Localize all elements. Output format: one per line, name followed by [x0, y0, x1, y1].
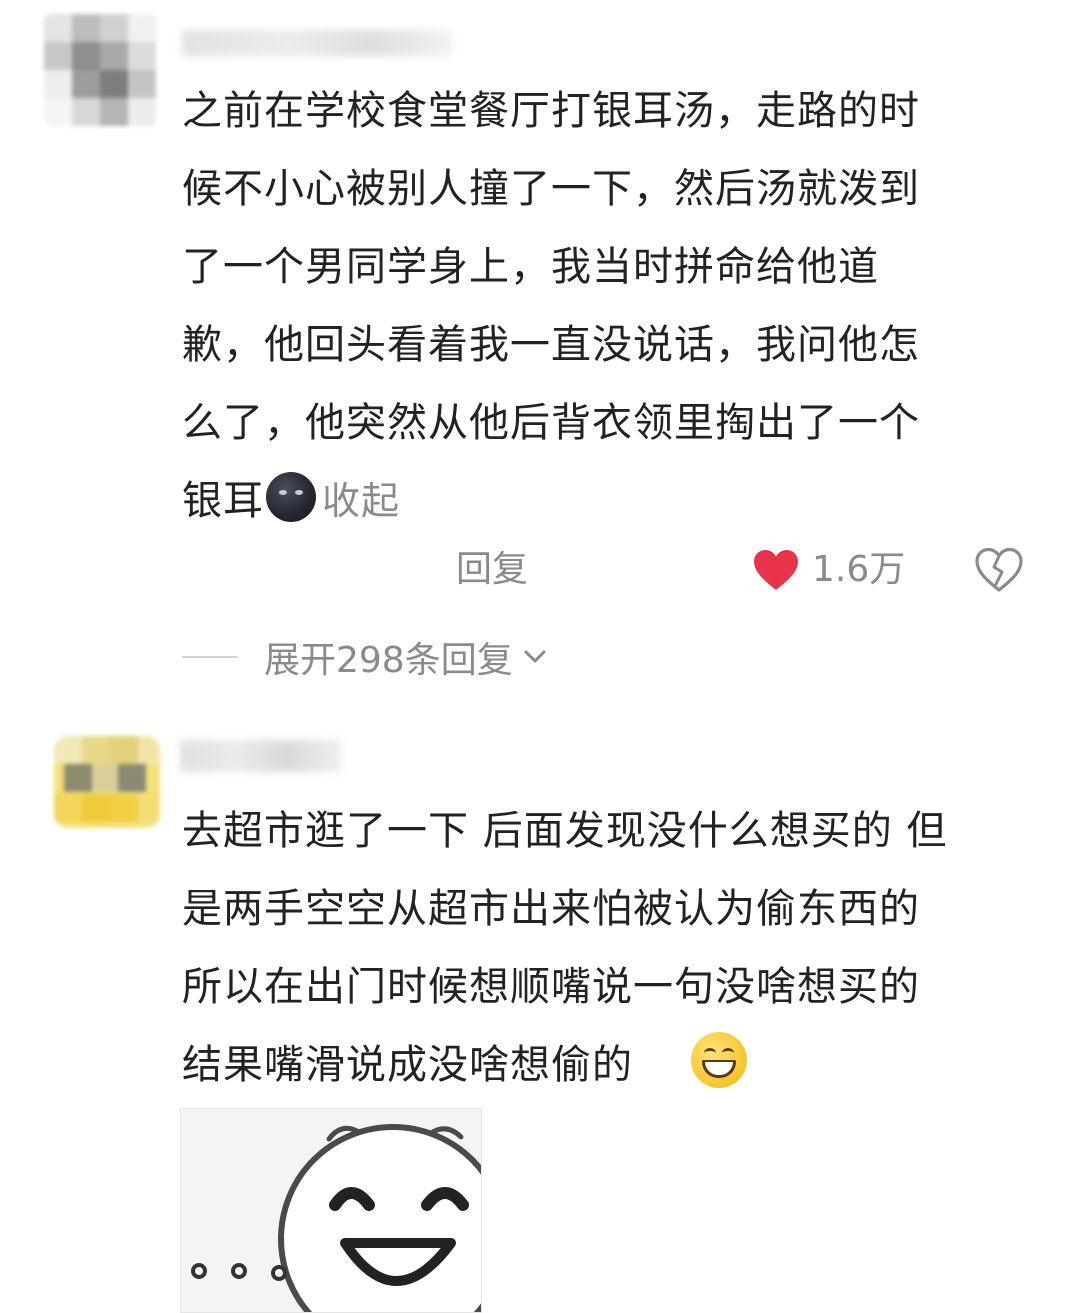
username[interactable]	[182, 30, 452, 56]
smiling-face-sticker-image[interactable]	[180, 1108, 482, 1313]
broken-heart-icon[interactable]	[974, 546, 1024, 594]
grinning-sweat-emoji-icon	[691, 1032, 747, 1088]
avatar[interactable]	[44, 14, 156, 126]
collapse-link[interactable]: 收起	[322, 479, 400, 523]
comment-item: 之前在学校食堂餐厅打银耳汤，走路的时 候不小心被别人撞了一下，然后汤就泼到 了一…	[0, 0, 1080, 700]
comment-line: 了一个男同学身上，我当时拼命给他道	[182, 244, 879, 290]
username[interactable]	[180, 740, 342, 772]
sticker-drawing	[181, 1109, 481, 1312]
comment-item: 去超市逛了一下 后面发现没什么想买的 但 是两手空空从超市出来怕被认为偷东西的 …	[0, 700, 1080, 1313]
comment-actions: 回复 1.6万	[0, 540, 1080, 600]
avatar[interactable]	[54, 736, 160, 828]
comment-line: 银耳	[182, 478, 264, 524]
comment-line: 结果嘴滑说成没啥想偷的	[182, 1042, 633, 1088]
reply-button[interactable]: 回复	[456, 540, 528, 600]
chevron-down-icon	[524, 650, 546, 663]
heart-icon	[754, 550, 798, 590]
expand-replies-button[interactable]: 展开298条回复	[182, 632, 549, 682]
comment-line: 么了，他突然从他后背衣领里掏出了一个	[182, 400, 920, 446]
divider	[182, 656, 238, 658]
like-count: 1.6万	[812, 549, 906, 590]
comment-text: 之前在学校食堂餐厅打银耳汤，走路的时 候不小心被别人撞了一下，然后汤就泼到 了一…	[182, 72, 920, 540]
comment-line: 是两手空空从超市出来怕被认为偷东西的	[182, 886, 920, 932]
comment-line: 候不小心被别人撞了一下，然后汤就泼到	[182, 166, 920, 212]
expand-replies-label: 展开298条回复	[264, 640, 513, 681]
comment-line: 歉，他回头看着我一直没说话，我问他怎	[182, 322, 920, 368]
comment-text: 去超市逛了一下 后面发现没什么想买的 但 是两手空空从超市出来怕被认为偷东西的 …	[182, 792, 947, 1104]
comment-line: 之前在学校食堂餐厅打银耳汤，走路的时	[182, 88, 920, 134]
like-button[interactable]: 1.6万	[752, 540, 905, 600]
comment-line: 去超市逛了一下 后面发现没什么想买的 但	[182, 808, 948, 854]
new-moon-face-emoji-icon	[266, 472, 316, 522]
comment-line: 所以在出门时候想顺嘴说一句没啥想买的	[182, 964, 920, 1010]
